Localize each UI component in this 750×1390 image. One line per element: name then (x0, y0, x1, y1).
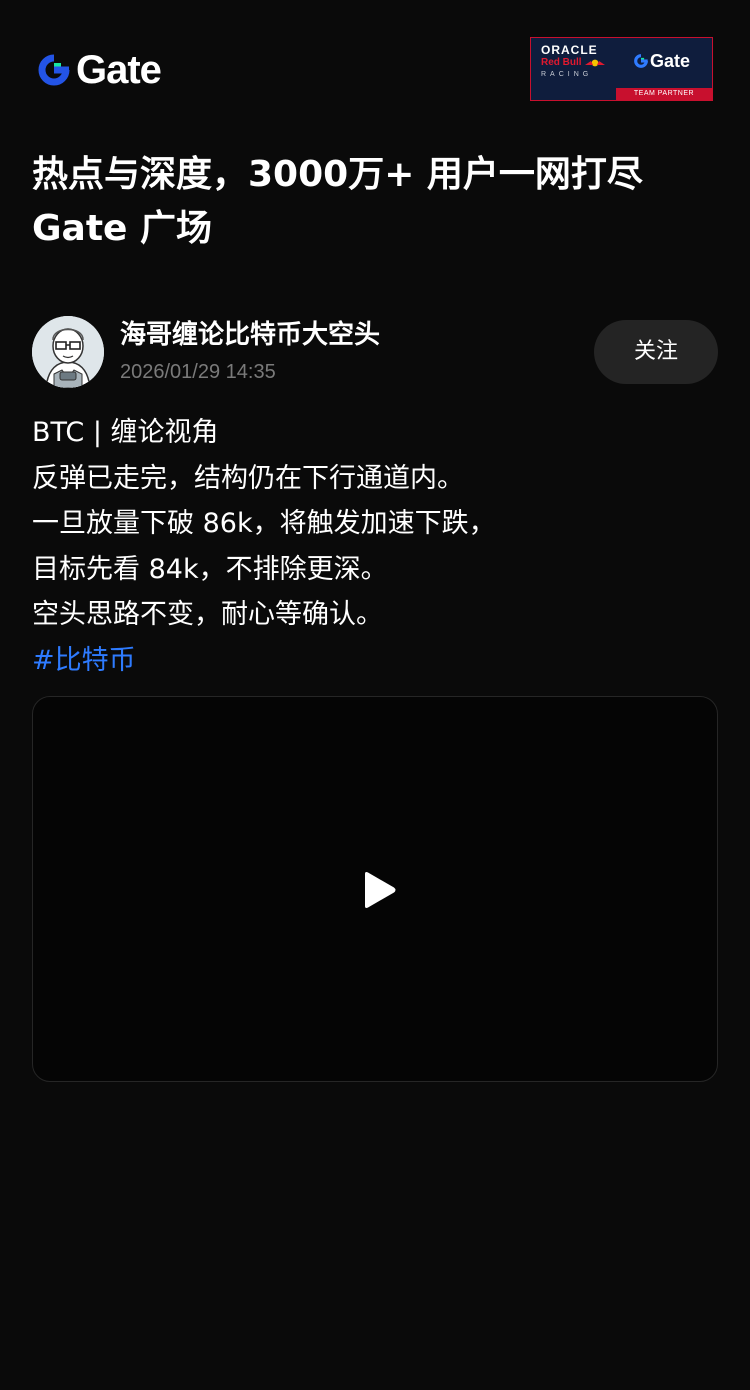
header: Gate ORACLE Red Bull RACING Gate TEAM PA… (0, 0, 750, 140)
content-line-5: 空头思路不变，耐心等确认。 (32, 599, 383, 630)
post-content: BTC | 缠论视角 反弹已走完，结构仍在下行通道内。 一旦放量下破 86k，将… (32, 410, 722, 683)
avatar-illustration (32, 316, 104, 388)
follow-button[interactable]: 关注 (594, 320, 718, 384)
partner-gate-logo: Gate (633, 52, 690, 70)
content-line-1: BTC | 缠论视角 (32, 417, 219, 448)
partner-gate-text: Gate (650, 51, 691, 71)
play-icon[interactable] (361, 871, 397, 909)
redbull-text: Red Bull (541, 57, 582, 68)
racing-wordmark: RACING (541, 71, 593, 78)
partner-badge[interactable]: ORACLE Red Bull RACING Gate TEAM PARTNER (530, 37, 713, 101)
gate-logo-icon (634, 54, 648, 68)
content-line-3: 一旦放量下破 86k，将触发加速下跌， (32, 508, 496, 539)
redbull-wordmark: Red Bull (541, 57, 617, 69)
headline-line-1: 热点与深度，3000万+ 用户一网打尽 (32, 154, 643, 195)
video-player[interactable] (32, 696, 718, 1082)
post-timestamp: 2026/01/29 14:35 (120, 361, 276, 383)
content-line-4: 目标先看 84k，不排除更深。 (32, 553, 388, 585)
team-partner-strip: TEAM PARTNER (616, 88, 712, 100)
author-name[interactable]: 海哥缠论比特币大空头 (120, 318, 380, 352)
partner-left: ORACLE Red Bull RACING (541, 44, 617, 80)
oracle-wordmark: ORACLE (541, 43, 598, 57)
logo-text: Gate (76, 48, 162, 92)
gate-logo-icon (38, 54, 70, 86)
gate-logo[interactable]: Gate (36, 48, 162, 92)
hashtag-link[interactable]: #比特币 (32, 638, 722, 684)
page-title: 热点与深度，3000万+ 用户一网打尽 Gate 广场 (32, 148, 722, 256)
author-row: 海哥缠论比特币大空头 2026/01/29 14:35 关注 (32, 316, 720, 388)
content-line-2: 反弹已走完，结构仍在下行通道内。 (32, 462, 464, 494)
headline-line-2: Gate 广场 (32, 208, 213, 249)
avatar[interactable] (32, 316, 104, 388)
bull-icon (584, 59, 605, 67)
